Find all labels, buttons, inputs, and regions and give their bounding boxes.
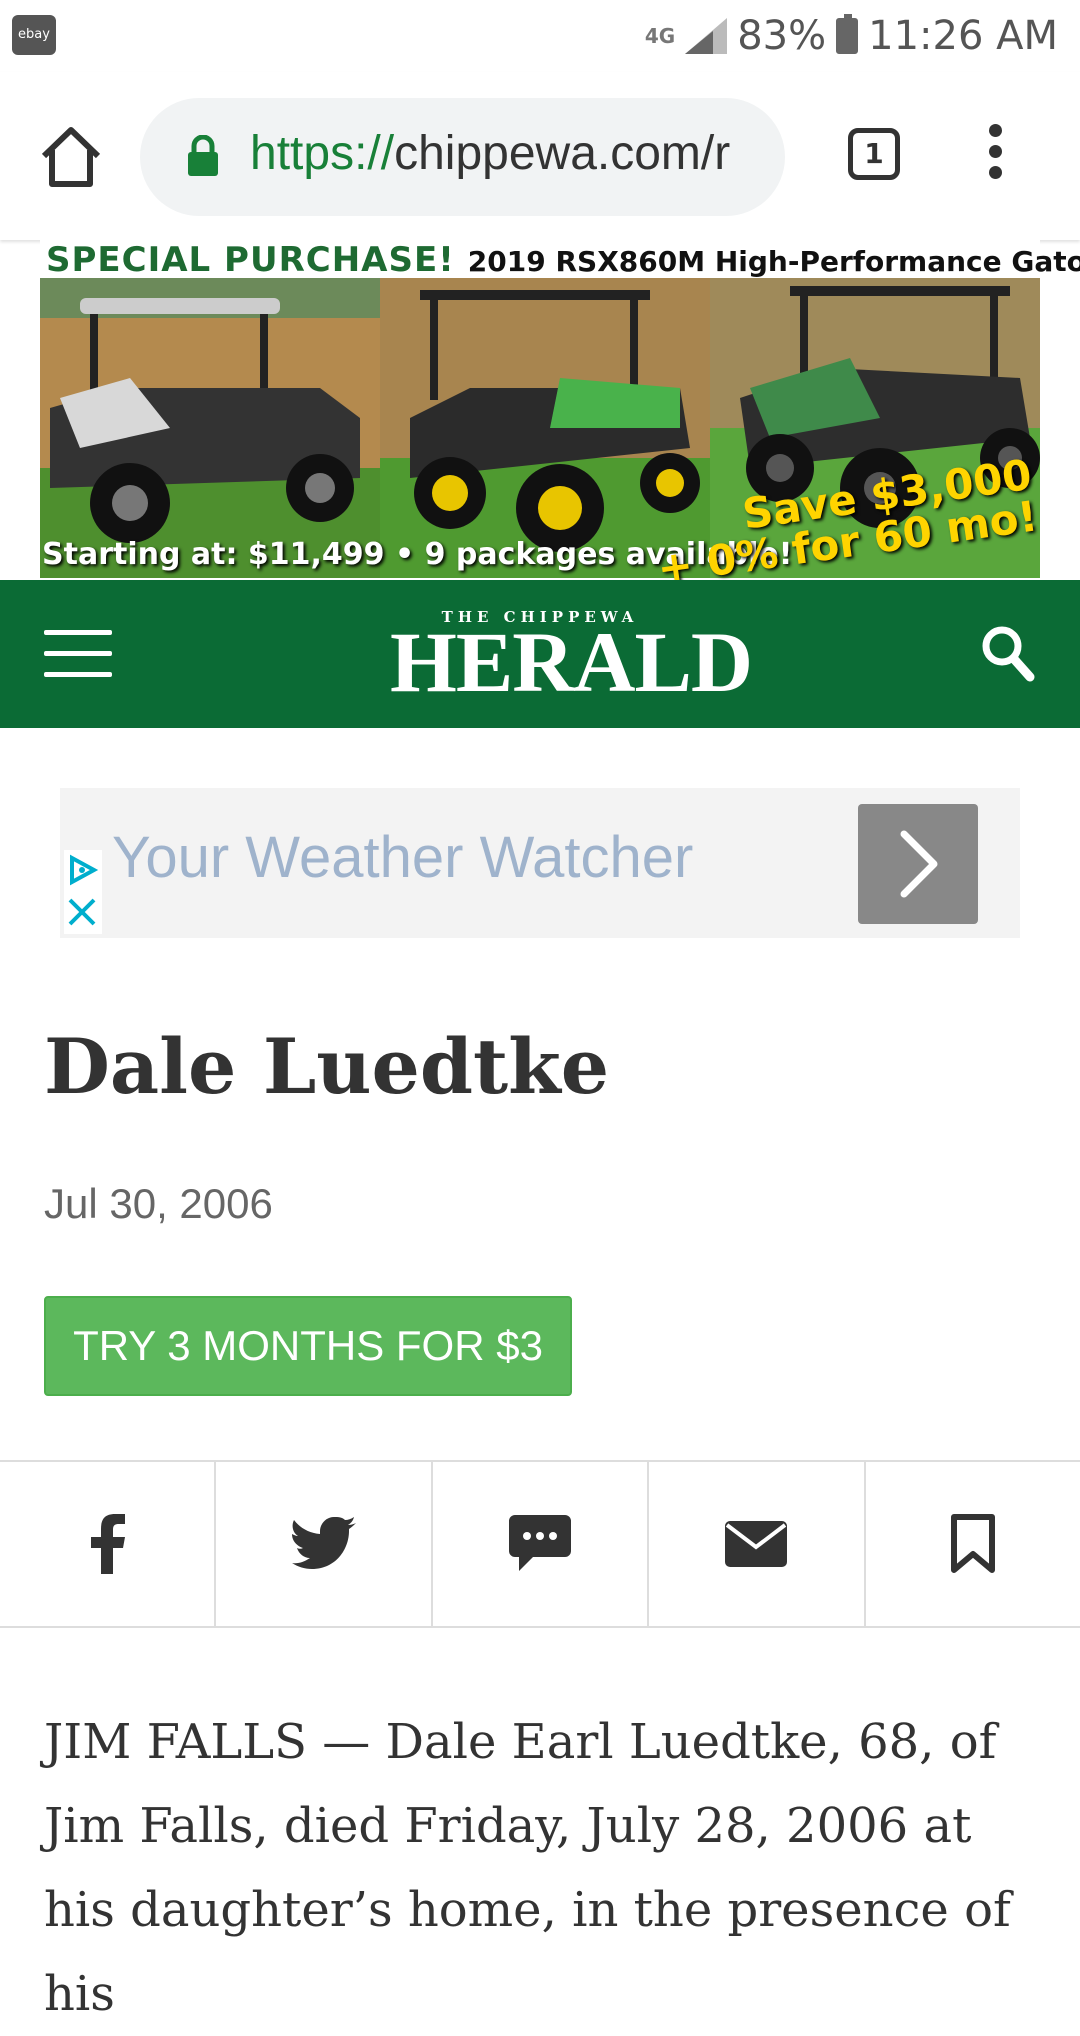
ad-banner[interactable]: SPECIAL PURCHASE! 2019 RSX860M High-Perf… <box>40 240 1080 593</box>
network-type: 4G <box>644 24 676 48</box>
comment-icon <box>509 1515 572 1571</box>
article-body: JIM FALLS — Dale Earl Luedtke, 68, of Ji… <box>44 1714 1011 2022</box>
ad-model-text: 2019 RSX860M High-Performance Gators <box>467 245 1080 278</box>
signal-icon <box>685 18 728 54</box>
share-facebook-button[interactable] <box>0 1462 217 1626</box>
status-indicators: 4G 83% 11:26 AM <box>645 10 1058 62</box>
share-email-button[interactable] <box>649 1462 866 1626</box>
ad-strip-text[interactable]: Your Weather Watcher <box>112 824 693 891</box>
article-headline: Dale Luedtke <box>44 1022 610 1111</box>
ad-photo-camo-gator <box>40 278 380 578</box>
search-icon[interactable] <box>980 624 1036 684</box>
site-logo[interactable]: THE CHIPPEWA HERALD <box>390 608 753 710</box>
home-icon[interactable] <box>38 124 104 190</box>
twitter-icon <box>291 1517 356 1569</box>
ad-photos: Starting at: $11,499 • 9 packages availa… <box>40 278 1040 593</box>
site-header: THE CHIPPEWA HERALD <box>0 580 1080 728</box>
chevron-right-icon <box>900 830 938 898</box>
clock: 11:26 AM <box>868 13 1058 59</box>
lock-icon <box>188 135 218 176</box>
bookmark-button[interactable] <box>866 1462 1080 1626</box>
url-host: chippewa.com/r <box>394 127 731 180</box>
status-bar: ebay 4G 83% 11:26 AM <box>0 0 1080 72</box>
adchoices-icon[interactable] <box>64 850 102 934</box>
email-icon <box>725 1521 788 1567</box>
ad-headline: SPECIAL PURCHASE! 2019 RSX860M High-Perf… <box>46 240 1080 280</box>
address-bar[interactable]: https://chippewa.com/r <box>140 98 785 216</box>
share-bar <box>0 1460 1080 1628</box>
battery-icon <box>836 14 859 54</box>
ad-special-text: SPECIAL PURCHASE! <box>46 240 455 280</box>
article-date: Jul 30, 2006 <box>44 1180 273 1227</box>
browser-toolbar: https://chippewa.com/r 1 <box>0 72 1080 240</box>
url-text[interactable]: https://chippewa.com/r <box>250 126 730 181</box>
facebook-icon <box>91 1514 126 1574</box>
bookmark-icon <box>950 1514 995 1573</box>
battery-percent: 83% <box>737 13 827 59</box>
browser-menu-icon[interactable] <box>980 124 1010 186</box>
tab-switcher-button[interactable]: 1 <box>848 128 900 180</box>
ad-strip[interactable]: Your Weather Watcher <box>60 788 1020 938</box>
url-scheme: https:// <box>250 127 395 180</box>
share-comment-button[interactable] <box>433 1462 650 1626</box>
ebay-notification-icon: ebay <box>12 15 56 55</box>
hamburger-menu-icon[interactable] <box>44 630 112 677</box>
logo-wordmark: HERALD <box>390 614 753 710</box>
subscribe-promo-button[interactable]: TRY 3 MONTHS FOR $3 <box>44 1296 572 1396</box>
ad-arrow-button[interactable] <box>858 804 978 924</box>
share-twitter-button[interactable] <box>216 1462 433 1626</box>
